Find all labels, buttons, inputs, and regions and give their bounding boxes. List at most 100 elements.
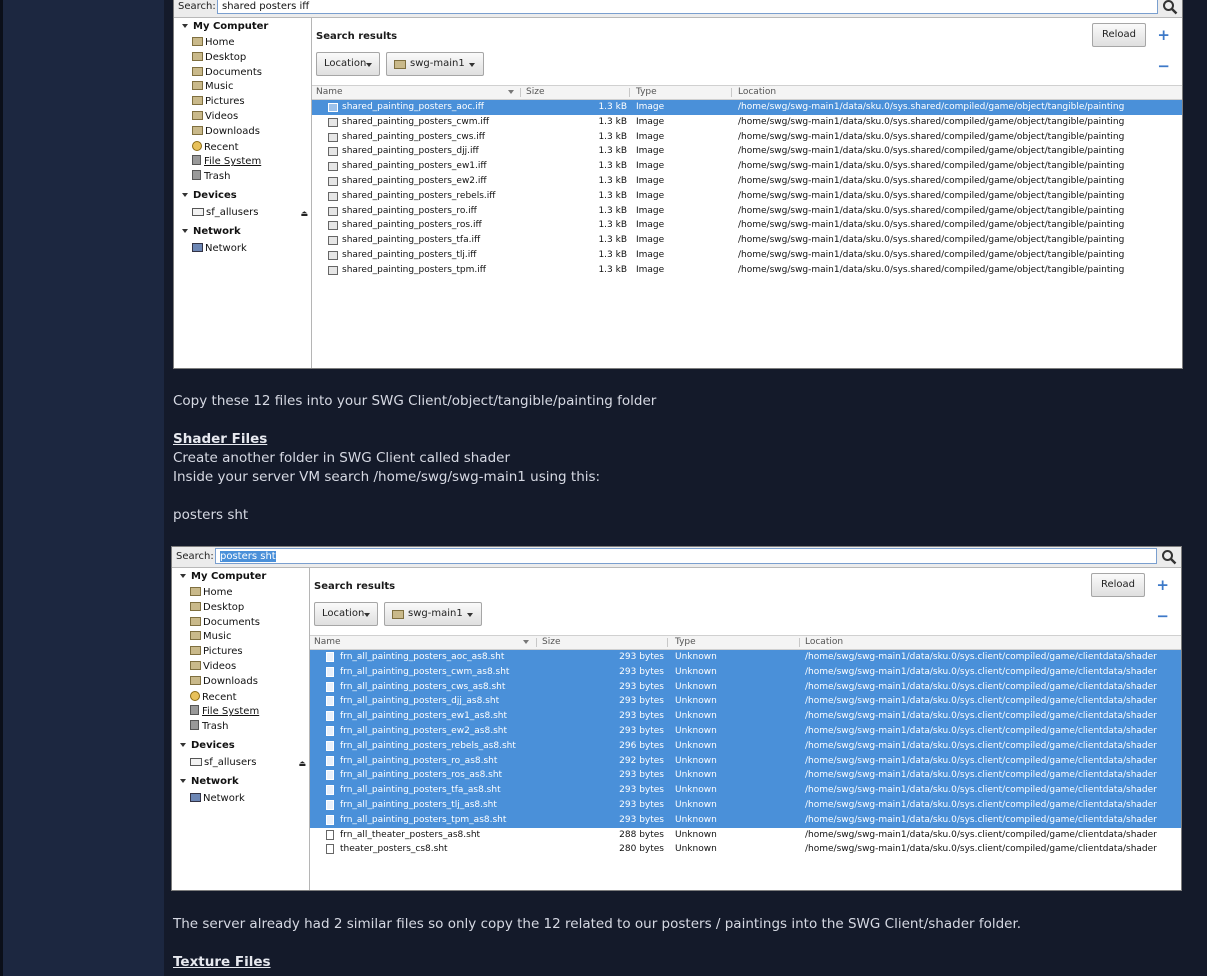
places-item-desktop[interactable]: Desktop	[190, 601, 244, 613]
heading-texture-files[interactable]: Texture Files	[173, 954, 271, 970]
places-item-home[interactable]: Home	[190, 587, 233, 598]
places-header-devices[interactable]: Devices	[180, 740, 235, 751]
places-item-downloads[interactable]: Downloads	[190, 675, 258, 687]
file-name: shared_painting_posters_ros.iff	[342, 220, 482, 231]
table-row[interactable]: shared_painting_posters_djj.iff 1.3 kB Ima…	[312, 144, 1182, 159]
table-row[interactable]: frn_all_theater_posters_as8.sht 288 bytes…	[310, 828, 1181, 843]
table-row[interactable]: frn_all_painting_posters_tlj_as8.sht 293 …	[310, 798, 1181, 813]
places-item-documents[interactable]: Documents	[192, 66, 262, 78]
table-row[interactable]: shared_painting_posters_cwm.iff 1.3 kB Ima…	[312, 115, 1182, 130]
places-item-videos[interactable]: Videos	[190, 661, 236, 672]
location-dropdown[interactable]: Location	[316, 52, 380, 76]
remove-icon[interactable]: −	[1157, 59, 1170, 74]
places-item-pictures[interactable]: Pictures	[190, 646, 243, 657]
table-row[interactable]: shared_painting_posters_ew1.iff 1.3 kB Ima…	[312, 159, 1182, 174]
file-size: 1.3 kB	[598, 161, 627, 172]
file-size: 293 bytes	[619, 770, 664, 781]
add-icon[interactable]: +	[1156, 578, 1169, 593]
places-header-network[interactable]: Network	[180, 776, 239, 787]
places-item-recent[interactable]: Recent	[192, 140, 239, 153]
table-row[interactable]: frn_all_painting_posters_tfa_as8.sht 293 …	[310, 783, 1181, 798]
table-row[interactable]: shared_painting_posters_tpm.iff 1.3 kB Ima…	[312, 263, 1182, 278]
paragraph-search-path: Inside your server VM search /home/swg/s…	[173, 469, 601, 485]
column-name[interactable]: Name	[316, 87, 343, 97]
table-row[interactable]: shared_painting_posters_aoc.iff 1.3 kB Ima…	[312, 100, 1182, 115]
column-type[interactable]: Type	[636, 87, 657, 97]
table-row[interactable]: shared_painting_posters_ew2.iff 1.3 kB Ima…	[312, 174, 1182, 189]
table-row[interactable]: shared_painting_posters_cws.iff 1.3 kB Ima…	[312, 130, 1182, 145]
table-row[interactable]: theater_posters_cs8.sht 280 bytes Unknown /…	[310, 842, 1181, 857]
column-type[interactable]: Type	[675, 637, 696, 647]
table-row[interactable]: frn_all_painting_posters_tpm_as8.sht 293 …	[310, 812, 1181, 828]
places-item-trash[interactable]: Trash	[192, 170, 230, 182]
file-name: shared_painting_posters_cws.iff	[342, 131, 485, 142]
column-location[interactable]: Location	[805, 637, 843, 647]
table-row[interactable]: frn_all_painting_posters_ew2_as8.sht 293 …	[310, 724, 1181, 739]
table-row[interactable]: shared_painting_posters_rebels.iff 1.3 kB…	[312, 189, 1182, 204]
search-input[interactable]: shared posters iff	[217, 0, 1158, 14]
column-name[interactable]: Name	[314, 637, 341, 647]
column-size[interactable]: Size	[542, 637, 560, 647]
eject-icon[interactable]: ⏏	[298, 759, 306, 768]
search-icon[interactable]	[1162, 0, 1178, 15]
results-title: Search results	[314, 581, 396, 592]
places-item-music[interactable]: Music	[190, 631, 231, 642]
places-item-videos[interactable]: Videos	[192, 111, 238, 122]
places-item-trash[interactable]: Trash	[190, 720, 228, 732]
places-item-home[interactable]: Home	[192, 37, 235, 48]
table-row[interactable]: shared_painting_posters_ro.iff 1.3 kB Imag…	[312, 204, 1182, 219]
places-item-pictures[interactable]: Pictures	[192, 96, 245, 107]
heading-shader-files[interactable]: Shader Files	[173, 431, 267, 447]
results-title: Search results	[316, 31, 398, 42]
table-row[interactable]: frn_all_painting_posters_aoc_as8.sht 293 …	[310, 650, 1181, 665]
file-size: 1.3 kB	[598, 264, 627, 275]
image-file-icon	[328, 177, 338, 186]
image-file-icon	[328, 162, 338, 172]
table-row[interactable]: frn_all_painting_posters_djj_as8.sht 293 …	[310, 694, 1181, 710]
drive-icon	[192, 208, 204, 216]
table-row[interactable]: frn_all_painting_posters_ro_as8.sht 292 b…	[310, 753, 1181, 769]
file-type: Image	[636, 220, 665, 231]
table-row[interactable]: frn_all_painting_posters_rebels_as8.sht 2…	[310, 738, 1181, 754]
places-item-network[interactable]: Network	[190, 793, 245, 804]
places-item-sf-allusers[interactable]: sf_allusers	[192, 207, 258, 218]
search-input[interactable]: posters sht	[215, 548, 1157, 564]
table-row[interactable]: frn_all_painting_posters_cws_as8.sht 293 …	[310, 679, 1181, 695]
file-location: /home/swg/swg-main1/data/sku.0/sys.clien…	[805, 800, 1157, 810]
places-item-recent[interactable]: Recent	[190, 690, 237, 703]
places-header-my-computer[interactable]: My Computer	[182, 21, 268, 32]
add-icon[interactable]: +	[1157, 28, 1170, 43]
places-item-downloads[interactable]: Downloads	[192, 125, 260, 137]
places-header-network[interactable]: Network	[182, 226, 241, 237]
location-dropdown[interactable]: Location	[314, 602, 378, 626]
folder-dropdown[interactable]: swg-main1	[386, 52, 484, 76]
folder-dropdown[interactable]: swg-main1	[384, 602, 482, 626]
places-item-desktop[interactable]: Desktop	[192, 51, 246, 63]
table-row[interactable]: shared_painting_posters_ros.iff 1.3 kB Ima…	[312, 218, 1182, 233]
eject-icon[interactable]: ⏏	[300, 209, 308, 218]
document-icon	[326, 652, 334, 662]
places-item-file-system[interactable]: File System	[190, 705, 259, 717]
image-file-icon	[328, 206, 338, 216]
places-item-documents[interactable]: Documents	[190, 616, 260, 628]
places-item-file-system[interactable]: File System	[192, 155, 261, 167]
places-item-sf-allusers[interactable]: sf_allusers	[190, 757, 256, 768]
column-size[interactable]: Size	[526, 87, 544, 97]
file-type: Unknown	[675, 770, 717, 781]
places-header-my-computer[interactable]: My Computer	[180, 571, 266, 582]
table-row[interactable]: shared_painting_posters_tlj.iff 1.3 kB Ima…	[312, 248, 1182, 263]
places-item-music[interactable]: Music	[192, 81, 233, 92]
places-item-network[interactable]: Network	[192, 243, 247, 254]
sort-arrow-icon	[508, 90, 514, 94]
table-row[interactable]: frn_all_painting_posters_cwm_as8.sht 293 …	[310, 664, 1181, 680]
table-row[interactable]: frn_all_painting_posters_ros_as8.sht 293 …	[310, 768, 1181, 784]
remove-icon[interactable]: −	[1156, 609, 1169, 624]
file-size: 292 bytes	[619, 755, 664, 766]
reload-button[interactable]: Reload	[1091, 573, 1145, 597]
reload-button[interactable]: Reload	[1092, 23, 1146, 47]
table-row[interactable]: frn_all_painting_posters_ew1_as8.sht 293 …	[310, 709, 1181, 724]
places-header-devices[interactable]: Devices	[182, 190, 237, 201]
column-location[interactable]: Location	[738, 87, 776, 97]
table-row[interactable]: shared_painting_posters_tfa.iff 1.3 kB Ima…	[312, 233, 1182, 248]
search-icon[interactable]	[1161, 549, 1177, 565]
